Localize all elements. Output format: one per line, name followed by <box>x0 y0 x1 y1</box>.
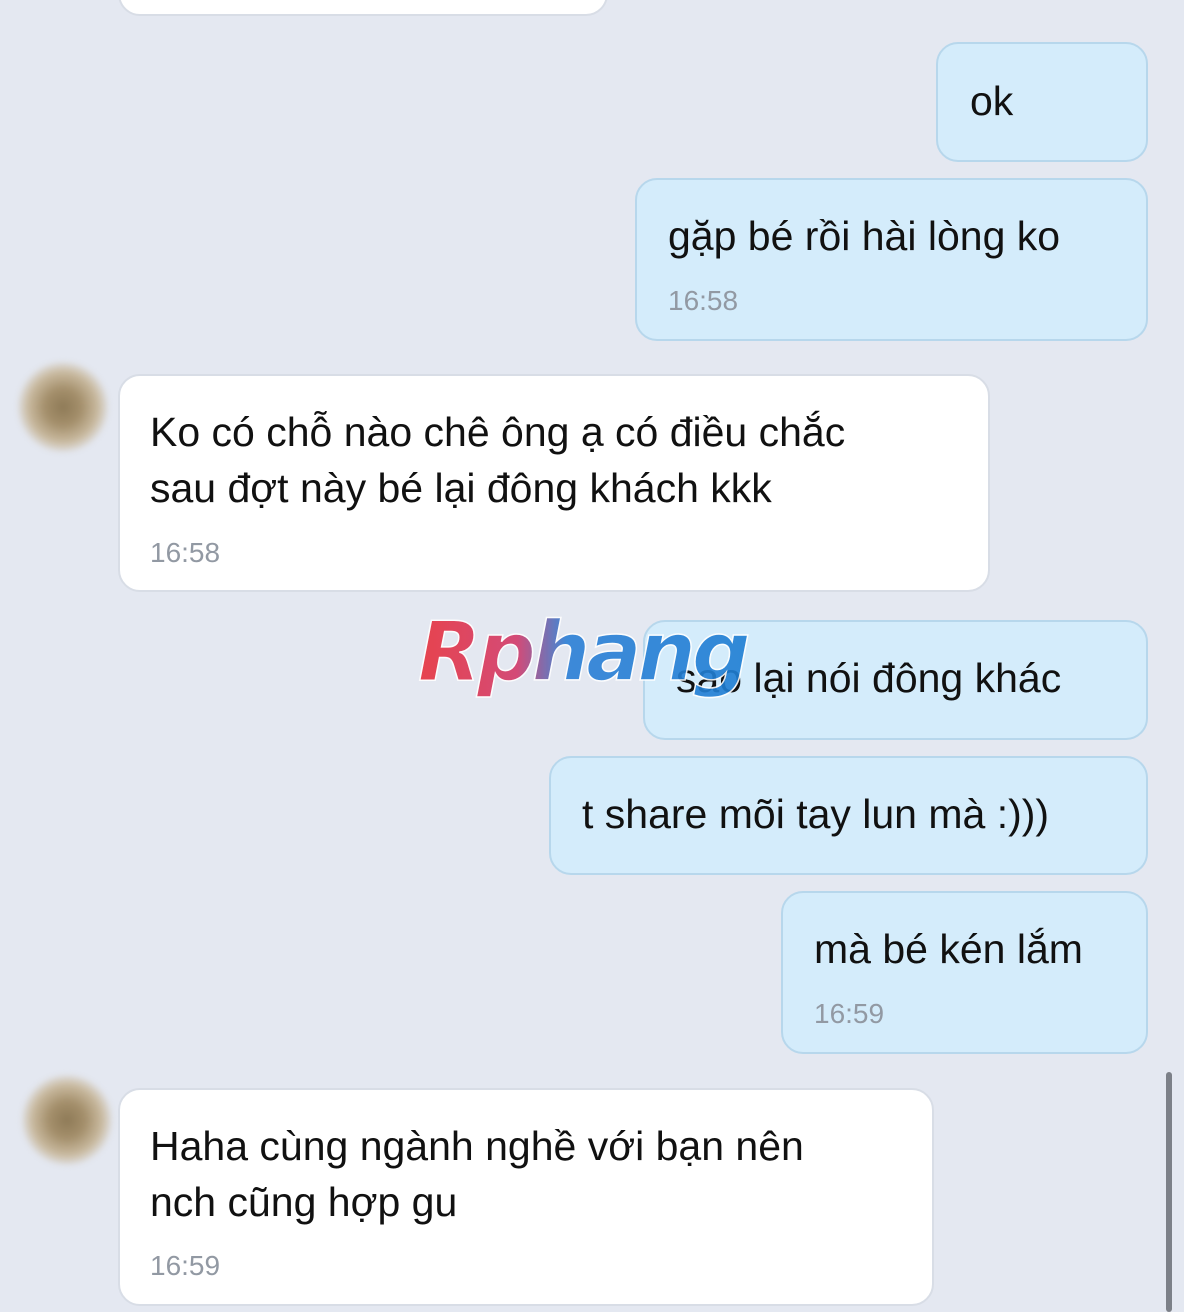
message-text-line: nch cũng hợp gu <box>150 1179 458 1225</box>
message-bubble-partial[interactable] <box>118 0 608 16</box>
message-text-line: Haha cùng ngành nghề với bạn nên <box>150 1123 804 1169</box>
scrollbar[interactable] <box>1166 1072 1172 1312</box>
contact-avatar[interactable] <box>22 1075 112 1165</box>
watermark-text: Rphang <box>418 608 748 700</box>
message-text: ok <box>970 78 1014 124</box>
contact-avatar[interactable] <box>18 362 108 452</box>
message-text: mà bé kén lắm <box>814 926 1083 972</box>
message-text-line: Ko có chỗ nào chê ông ạ có điều chắc <box>150 409 846 455</box>
message-text: gặp bé rồi hài lòng ko <box>668 213 1061 259</box>
message-timestamp: 16:59 <box>814 998 885 1029</box>
watermark-logo: Rphang <box>417 608 752 701</box>
message-timestamp: 16:58 <box>150 537 221 568</box>
message-timestamp: 16:58 <box>668 285 739 316</box>
message-bubble-outgoing[interactable] <box>936 42 1148 162</box>
message-text: t share mõi tay lun mà :))) <box>582 791 1050 837</box>
message-timestamp: 16:59 <box>150 1250 221 1281</box>
message-text-line: sau đợt này bé lại đông khách kkk <box>150 465 772 511</box>
